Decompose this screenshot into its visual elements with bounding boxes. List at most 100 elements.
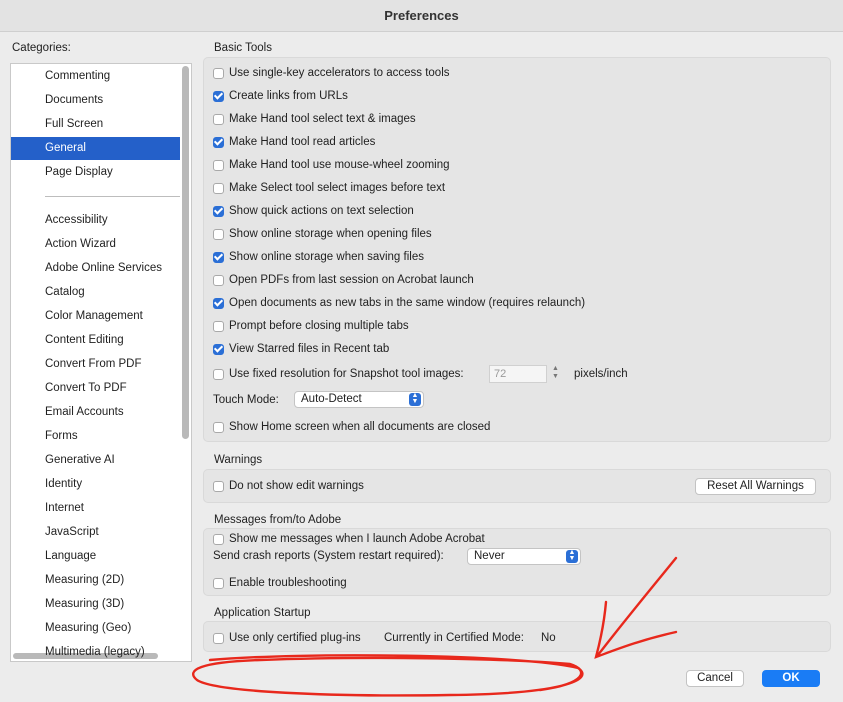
- sidebar-item-adobe-online-services[interactable]: Adobe Online Services: [11, 257, 180, 280]
- sidebar-item-measuring-2d[interactable]: Measuring (2D): [11, 569, 180, 592]
- basic-option-checkbox[interactable]: [213, 320, 224, 332]
- basic-option-checkbox[interactable]: [213, 205, 224, 217]
- crash-reports-label: Send crash reports (System restart requi…: [213, 550, 444, 562]
- snapshot-label: Use fixed resolution for Snapshot tool i…: [229, 368, 464, 380]
- cancel-button[interactable]: Cancel: [686, 670, 744, 687]
- certified-plugins-checkbox[interactable]: [213, 632, 224, 644]
- sidebar-item-full-screen[interactable]: Full Screen: [11, 113, 180, 136]
- basic-option-row: Create links from URLs: [213, 87, 348, 105]
- home-screen-row: Show Home screen when all documents are …: [213, 418, 490, 436]
- sidebar-item-email-accounts[interactable]: Email Accounts: [11, 401, 180, 424]
- sidebar-item-javascript[interactable]: JavaScript: [11, 521, 180, 544]
- basic-option-checkbox[interactable]: [213, 297, 224, 309]
- home-screen-checkbox[interactable]: [213, 421, 224, 433]
- basic-option-checkbox[interactable]: [213, 343, 224, 355]
- sidebar-item-multimedia-legacy[interactable]: Multimedia (legacy): [11, 641, 180, 661]
- no-edit-warnings-checkbox[interactable]: [213, 480, 224, 492]
- chevron-updown-icon: ▲ ▼: [566, 549, 578, 563]
- basic-option-checkbox[interactable]: [213, 67, 224, 79]
- sidebar-item-color-management[interactable]: Color Management: [11, 305, 180, 328]
- basic-option-checkbox[interactable]: [213, 251, 224, 263]
- categories-list[interactable]: Commenting Documents Full Screen General Pag…: [10, 63, 192, 662]
- basic-option-checkbox[interactable]: [213, 136, 224, 148]
- troubleshooting-checkbox[interactable]: [213, 577, 224, 589]
- basic-option-label: Use single-key accelerators to access to…: [229, 67, 450, 79]
- basic-option-row: Show quick actions on text selection: [213, 202, 414, 220]
- basic-option-row: View Starred files in Recent tab: [213, 340, 389, 358]
- basic-option-label: Show online storage when opening files: [229, 228, 432, 240]
- basic-tools-title: Basic Tools: [214, 42, 272, 54]
- sidebar-item-measuring-geo[interactable]: Measuring (Geo): [11, 617, 180, 640]
- sidebar-item-internet[interactable]: Internet: [11, 497, 180, 520]
- sidebar-item-language[interactable]: Language: [11, 545, 180, 568]
- touch-mode-select[interactable]: Auto-Detect ▲ ▼: [294, 391, 424, 408]
- sidebar-vertical-scrollbar[interactable]: [182, 66, 189, 439]
- window-title: Preferences: [0, 0, 843, 32]
- sidebar-item-page-display[interactable]: Page Display: [11, 161, 180, 184]
- basic-option-label: View Starred files in Recent tab: [229, 343, 390, 355]
- basic-option-row: Make Hand tool select text & images: [213, 110, 416, 128]
- sidebar-item-measuring-3d[interactable]: Measuring (3D): [11, 593, 180, 616]
- categories-label: Categories:: [12, 42, 71, 54]
- sidebar-item-action-wizard[interactable]: Action Wizard: [11, 233, 180, 256]
- warnings-title: Warnings: [214, 454, 263, 466]
- basic-option-checkbox[interactable]: [213, 113, 224, 125]
- home-screen-label: Show Home screen when all documents are …: [229, 421, 491, 433]
- basic-option-checkbox[interactable]: [213, 90, 224, 102]
- troubleshooting-label: Enable troubleshooting: [229, 577, 347, 589]
- ok-button[interactable]: OK: [762, 670, 820, 687]
- sidebar-item-accessibility[interactable]: Accessibility: [11, 209, 180, 232]
- basic-option-checkbox[interactable]: [213, 182, 224, 194]
- sidebar-item-identity[interactable]: Identity: [11, 473, 180, 496]
- basic-option-checkbox[interactable]: [213, 159, 224, 171]
- sidebar-item-content-editing[interactable]: Content Editing: [11, 329, 180, 352]
- sidebar-item-generative-ai[interactable]: Generative AI: [11, 449, 180, 472]
- red-ellipse-annotation: [191, 654, 584, 697]
- touch-mode-value: Auto-Detect: [301, 393, 362, 405]
- basic-option-label: Make Hand tool use mouse-wheel zooming: [229, 159, 450, 171]
- touch-mode-label: Touch Mode:: [213, 394, 279, 406]
- certified-mode-label: Currently in Certified Mode:: [384, 632, 524, 644]
- sidebar-item-convert-to-pdf[interactable]: Convert To PDF: [11, 377, 180, 400]
- certified-plugins-label: Use only certified plug-ins: [229, 632, 361, 644]
- crash-reports-value: Never: [474, 550, 505, 562]
- certified-mode-value: No: [541, 632, 556, 644]
- startup-title: Application Startup: [214, 607, 311, 619]
- basic-option-row: Make Hand tool use mouse-wheel zooming: [213, 156, 450, 174]
- troubleshooting-row: Enable troubleshooting: [213, 574, 347, 592]
- basic-option-checkbox[interactable]: [213, 228, 224, 240]
- snapshot-resolution-stepper[interactable]: ▲ ▼: [550, 365, 561, 383]
- sidebar-item-documents[interactable]: Documents: [11, 89, 180, 112]
- preferences-window: Preferences Categories: Commenting Docume…: [0, 0, 843, 702]
- basic-option-row: Use single-key accelerators to access to…: [213, 64, 450, 82]
- sidebar-item-forms[interactable]: Forms: [11, 425, 180, 448]
- sidebar-item-catalog[interactable]: Catalog: [11, 281, 180, 304]
- basic-option-row: Open PDFs from last session on Acrobat l…: [213, 271, 474, 289]
- basic-option-label: Open PDFs from last session on Acrobat l…: [229, 274, 474, 286]
- sidebar-item-convert-from-pdf[interactable]: Convert From PDF: [11, 353, 180, 376]
- messages-title: Messages from/to Adobe: [214, 514, 342, 526]
- snapshot-checkbox[interactable]: [213, 368, 224, 380]
- basic-option-row: Show online storage when saving files: [213, 248, 424, 266]
- sidebar-item-commenting[interactable]: Commenting: [11, 65, 180, 88]
- basic-option-row: Open documents as new tabs in the same w…: [213, 294, 585, 312]
- certified-plugins-row: Use only certified plug-ins: [213, 629, 361, 647]
- basic-option-checkbox[interactable]: [213, 274, 224, 286]
- sidebar-divider: [45, 196, 180, 197]
- snapshot-resolution-input[interactable]: 72: [489, 365, 547, 383]
- basic-option-label: Prompt before closing multiple tabs: [229, 320, 409, 332]
- basic-option-label: Make Hand tool select text & images: [229, 113, 416, 125]
- no-edit-warnings-label: Do not show edit warnings: [229, 480, 364, 492]
- crash-reports-select[interactable]: Never ▲ ▼: [467, 548, 581, 565]
- basic-option-row: Make Hand tool read articles: [213, 133, 375, 151]
- sidebar-item-general[interactable]: General: [11, 137, 180, 160]
- basic-option-row: Prompt before closing multiple tabs: [213, 317, 409, 335]
- basic-option-label: Show online storage when saving files: [229, 251, 424, 263]
- show-messages-label: Show me messages when I launch Adobe Acr…: [229, 533, 485, 545]
- show-messages-row: Show me messages when I launch Adobe Acr…: [213, 530, 485, 548]
- basic-option-row: Show online storage when opening files: [213, 225, 432, 243]
- basic-option-label: Show quick actions on text selection: [229, 205, 414, 217]
- snapshot-row: Use fixed resolution for Snapshot tool i…: [213, 365, 464, 383]
- reset-all-warnings-button[interactable]: Reset All Warnings: [695, 478, 816, 495]
- show-messages-checkbox[interactable]: [213, 533, 224, 545]
